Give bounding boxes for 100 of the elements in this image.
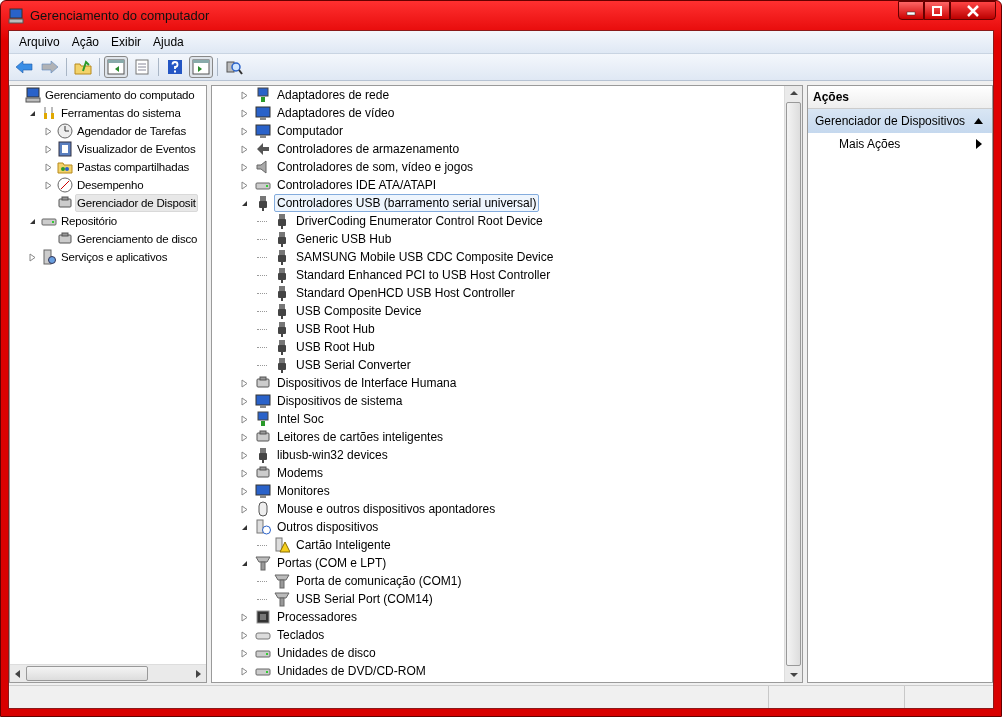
- collapsed-arrow-icon[interactable]: [240, 504, 249, 514]
- vertical-scrollbar[interactable]: [784, 86, 802, 682]
- collapsed-arrow-icon[interactable]: [44, 126, 53, 136]
- tree-item[interactable]: Standard Enhanced PCI to USB Host Controller: [293, 266, 554, 284]
- tree-pane-icon: [107, 59, 125, 75]
- tree-item[interactable]: USB Root Hub: [293, 320, 378, 338]
- collapsed-arrow-icon[interactable]: [28, 252, 37, 262]
- collapsed-arrow-icon[interactable]: [240, 486, 249, 496]
- tree-item[interactable]: Computador: [274, 122, 347, 140]
- up-folder-icon: [74, 59, 92, 75]
- tree-item[interactable]: DriverCoding Enumerator Control Root Device: [293, 212, 546, 230]
- tree-item[interactable]: Mouse e outros dispositivos apontadores: [274, 500, 499, 518]
- collapsed-arrow-icon[interactable]: [240, 630, 249, 640]
- monitor-icon: [255, 123, 271, 139]
- tree-item[interactable]: Repositório: [59, 212, 119, 230]
- menu-item[interactable]: Ação: [65, 35, 106, 49]
- tree-item[interactable]: Agendador de Tarefas: [75, 122, 188, 140]
- tree-item[interactable]: Controladores de som, vídeo e jogos: [274, 158, 477, 176]
- maximize-icon: [931, 5, 943, 16]
- tree-item[interactable]: SAMSUNG Mobile USB CDC Composite Device: [293, 248, 557, 266]
- scan-icon: [225, 59, 243, 75]
- horizontal-scrollbar[interactable]: [10, 664, 206, 682]
- tree-item[interactable]: Desempenho: [75, 176, 146, 194]
- collapsed-arrow-icon[interactable]: [240, 414, 249, 424]
- collapsed-arrow-icon[interactable]: [240, 432, 249, 442]
- collapsed-arrow-icon[interactable]: [240, 648, 249, 658]
- toolbar-button[interactable]: [104, 56, 128, 78]
- tree-item[interactable]: Serviços e aplicativos: [59, 248, 170, 266]
- collapsed-arrow-icon[interactable]: [240, 144, 249, 154]
- tree-item[interactable]: Generic USB Hub: [293, 230, 395, 248]
- tree-item[interactable]: Visualizador de Eventos: [75, 140, 198, 158]
- question-icon: [255, 519, 271, 535]
- minimize-button[interactable]: [898, 1, 924, 20]
- collapsed-arrow-icon[interactable]: [240, 90, 249, 100]
- tree-item[interactable]: Standard OpenHCD USB Host Controller: [293, 284, 518, 302]
- tree-item[interactable]: Pastas compartilhadas: [75, 158, 192, 176]
- tree-item[interactable]: Outros dispositivos: [274, 518, 382, 536]
- gauge-icon: [57, 177, 73, 193]
- tree-item[interactable]: Controladores USB (barramento serial universal): [274, 194, 540, 212]
- port-icon: [255, 555, 271, 571]
- tree-item[interactable]: Unidades de disco: [274, 644, 379, 662]
- tree-item[interactable]: libusb-win32 devices: [274, 446, 391, 464]
- back-arrow-icon: [15, 59, 33, 75]
- collapsed-arrow-icon[interactable]: [240, 126, 249, 136]
- tree-item[interactable]: Intel Soc: [274, 410, 327, 428]
- tree-item[interactable]: Porta de comunicação (COM1): [293, 572, 465, 590]
- collapsed-arrow-icon[interactable]: [240, 450, 249, 460]
- tree-item[interactable]: Leitores de cartões inteligentes: [274, 428, 447, 446]
- tree-item[interactable]: Teclados: [274, 626, 328, 644]
- tree-item[interactable]: Gerenciamento do computado: [43, 86, 197, 104]
- network-icon: [255, 411, 271, 427]
- tree-item[interactable]: USB Composite Device: [293, 302, 425, 320]
- computer-icon: [25, 87, 41, 103]
- tree-item[interactable]: Adaptadores de vídeo: [274, 104, 398, 122]
- device-icon: [255, 429, 271, 445]
- clock-icon: [57, 123, 73, 139]
- tree-item[interactable]: USB Serial Converter: [293, 356, 414, 374]
- collapsed-arrow-icon[interactable]: [240, 612, 249, 622]
- close-icon: [966, 4, 980, 17]
- device-icon: [57, 231, 73, 247]
- tree-item[interactable]: Controladores IDE ATA/ATAPI: [274, 176, 440, 194]
- tree-item[interactable]: Ferramentas do sistema: [59, 104, 183, 122]
- tree-item[interactable]: USB Serial Port (COM14): [293, 590, 436, 608]
- collapsed-arrow-icon[interactable]: [240, 108, 249, 118]
- tools-icon: [41, 105, 57, 121]
- menu-item[interactable]: Exibir: [105, 35, 148, 49]
- help-icon: [166, 59, 184, 75]
- menu-item[interactable]: Arquivo: [13, 35, 66, 49]
- warning-icon: [274, 537, 290, 553]
- tree-item[interactable]: Unidades de DVD/CD-ROM: [274, 662, 429, 680]
- chip-icon: [255, 609, 271, 625]
- actions-section-header[interactable]: Gerenciador de Dispositivos: [808, 109, 992, 133]
- collapsed-arrow-icon[interactable]: [240, 396, 249, 406]
- tree-item[interactable]: Dispositivos de sistema: [274, 392, 406, 410]
- monitor-icon: [255, 105, 271, 121]
- toolbar-button[interactable]: [189, 56, 213, 78]
- maximize-button[interactable]: [924, 1, 950, 20]
- menu-item[interactable]: Ajuda: [147, 35, 190, 49]
- collapsed-arrow-icon[interactable]: [240, 666, 249, 676]
- close-button[interactable]: [950, 1, 996, 20]
- tree-item[interactable]: Portas (COM e LPT): [274, 554, 390, 572]
- tree-item[interactable]: Gerenciador de Disposit: [75, 194, 198, 212]
- tree-item[interactable]: Adaptadores de rede: [274, 86, 393, 104]
- collapsed-arrow-icon[interactable]: [240, 162, 249, 172]
- tree-item[interactable]: Modems: [274, 464, 326, 482]
- tree-item[interactable]: Gerenciamento de disco: [75, 230, 200, 248]
- collapsed-arrow-icon[interactable]: [240, 468, 249, 478]
- collapsed-arrow-icon[interactable]: [240, 378, 249, 388]
- tree-item[interactable]: Monitores: [274, 482, 333, 500]
- tree-item[interactable]: Dispositivos de Interface Humana: [274, 374, 460, 392]
- network-icon: [255, 87, 271, 103]
- collapsed-arrow-icon[interactable]: [44, 180, 53, 190]
- port-icon: [274, 573, 290, 589]
- tree-item[interactable]: Controladores de armazenamento: [274, 140, 463, 158]
- tree-item[interactable]: Cartão Inteligente: [293, 536, 394, 554]
- tree-item[interactable]: Processadores: [274, 608, 361, 626]
- tree-item[interactable]: USB Root Hub: [293, 338, 378, 356]
- collapsed-arrow-icon[interactable]: [240, 180, 249, 190]
- collapsed-arrow-icon[interactable]: [44, 144, 53, 154]
- collapsed-arrow-icon[interactable]: [44, 162, 53, 172]
